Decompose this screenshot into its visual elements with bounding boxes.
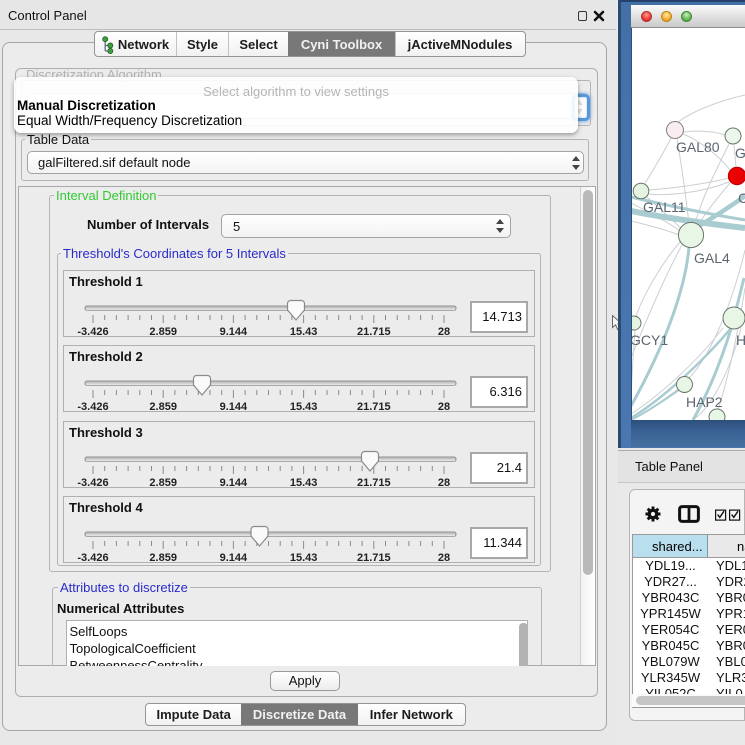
svg-text:-3.426: -3.426: [77, 326, 108, 338]
svg-text:2.859: 2.859: [149, 401, 177, 413]
svg-text:9.144: 9.144: [220, 401, 248, 413]
svg-text:-3.426: -3.426: [77, 552, 108, 564]
svg-text:21.715: 21.715: [357, 401, 391, 413]
svg-text:28: 28: [438, 477, 450, 489]
svg-text:CRP1: CRP1: [738, 190, 745, 206]
svg-text:9.144: 9.144: [220, 326, 248, 338]
svg-text:28: 28: [438, 326, 450, 338]
svg-text:-3.426: -3.426: [77, 477, 108, 489]
svg-text:21.715: 21.715: [357, 552, 391, 564]
svg-text:21.715: 21.715: [357, 477, 391, 489]
svg-text:15.43: 15.43: [290, 477, 318, 489]
svg-text:GAL11: GAL11: [643, 199, 686, 215]
svg-text:28: 28: [438, 401, 450, 413]
svg-text:2.859: 2.859: [149, 477, 177, 489]
svg-text:9.144: 9.144: [220, 477, 248, 489]
svg-text:28: 28: [438, 552, 450, 564]
svg-text:9.144: 9.144: [220, 552, 248, 564]
svg-text:21.715: 21.715: [357, 326, 391, 338]
svg-text:2.859: 2.859: [149, 326, 177, 338]
svg-text:GAL4: GAL4: [694, 250, 730, 266]
svg-text:HAP2: HAP2: [686, 394, 723, 410]
svg-text:15.43: 15.43: [290, 552, 318, 564]
svg-text:-3.426: -3.426: [77, 401, 108, 413]
svg-text:HIS4: HIS4: [736, 332, 745, 348]
svg-text:15.43: 15.43: [290, 326, 318, 338]
svg-text:GAL3: GAL3: [735, 145, 745, 161]
svg-text:2.859: 2.859: [149, 552, 177, 564]
svg-text:GCY1: GCY1: [631, 332, 668, 348]
svg-text:GAL80: GAL80: [676, 139, 720, 155]
svg-text:15.43: 15.43: [290, 401, 318, 413]
